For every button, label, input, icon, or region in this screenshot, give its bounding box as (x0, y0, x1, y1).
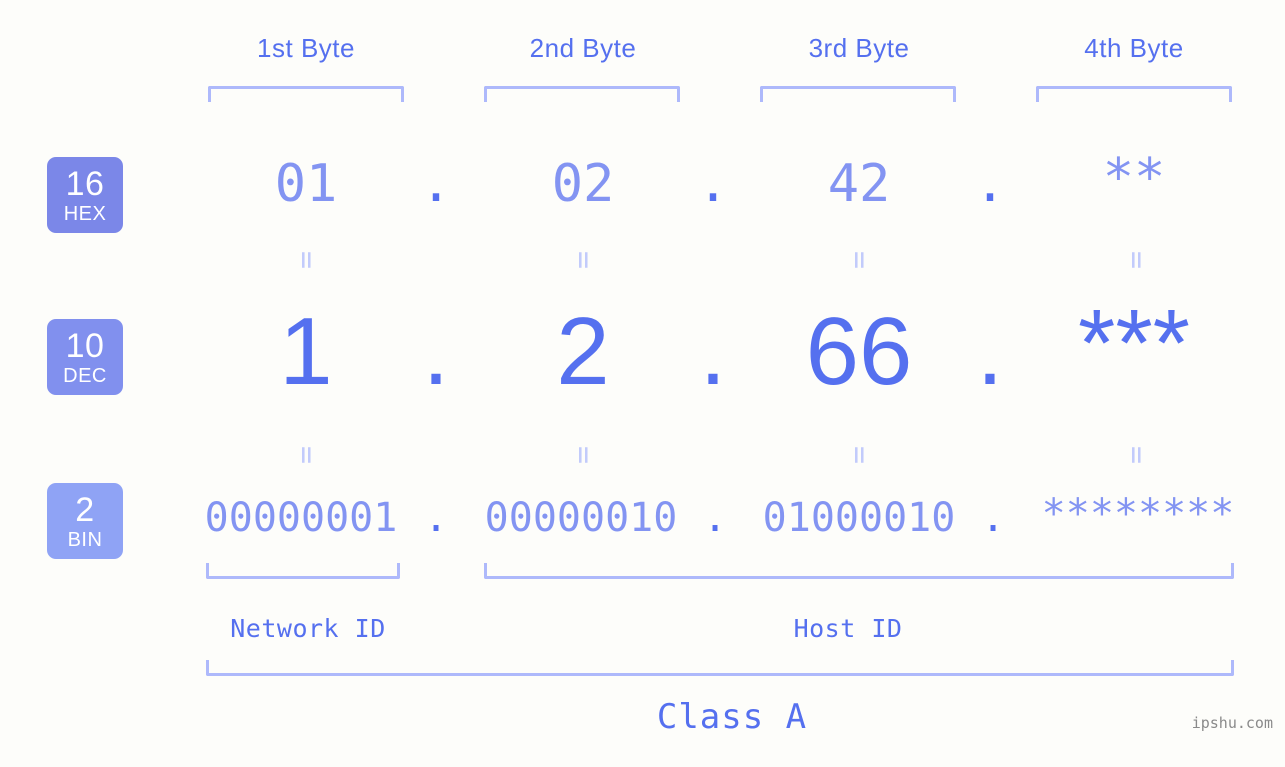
ip-address-breakdown-diagram: 1st Byte 2nd Byte 3rd Byte 4th Byte 16 H… (0, 0, 1285, 767)
network-id-label: Network ID (230, 614, 386, 643)
equals-sign-hex-dec-3: = (842, 250, 877, 270)
bin-separator-1: . (423, 495, 449, 541)
hex-byte-1: 01 (274, 154, 338, 214)
base-badge-dec: 10 DEC (47, 319, 123, 395)
watermark: ipshu.com (1191, 714, 1273, 732)
equals-sign-dec-bin-4: = (1119, 445, 1154, 465)
base-badge-dec-number: 10 (65, 326, 105, 365)
hex-separator-2: . (697, 154, 729, 214)
hex-separator-3: . (974, 154, 1006, 214)
byte-bracket-4 (1036, 86, 1232, 102)
base-badge-hex-number: 16 (65, 164, 105, 203)
byte-bracket-1 (208, 86, 404, 102)
bin-byte-1: 00000001 (204, 495, 398, 541)
network-id-bracket (206, 563, 400, 579)
bin-separator-3: . (980, 495, 1006, 541)
equals-sign-hex-dec-2: = (566, 250, 601, 270)
hex-byte-3: 42 (827, 154, 891, 214)
bin-byte-2: 00000010 (484, 495, 678, 541)
byte-header-3: 3rd Byte (808, 33, 910, 63)
equals-sign-dec-bin-1: = (289, 445, 324, 465)
byte-header-4: 4th Byte (1084, 33, 1184, 63)
equals-sign-dec-bin-3: = (842, 445, 877, 465)
dec-byte-2: 2 (556, 298, 610, 405)
dec-separator-3: . (976, 298, 1004, 405)
host-id-bracket (484, 563, 1234, 579)
dec-byte-4: *** (1077, 290, 1191, 397)
base-badge-dec-name: DEC (63, 364, 107, 387)
byte-header-1: 1st Byte (257, 33, 355, 63)
dec-separator-1: . (422, 298, 450, 405)
base-badge-hex-name: HEX (63, 202, 107, 225)
base-badge-bin-name: BIN (67, 528, 103, 551)
equals-sign-dec-bin-2: = (566, 445, 601, 465)
dec-separator-2: . (699, 298, 727, 405)
hex-byte-2: 02 (551, 154, 615, 214)
class-label: Class A (656, 697, 808, 737)
host-id-label: Host ID (793, 614, 903, 643)
hex-byte-4: ** (1102, 148, 1166, 208)
dec-byte-3: 66 (805, 298, 913, 405)
base-badge-bin-number: 2 (75, 490, 95, 529)
byte-header-2: 2nd Byte (529, 33, 637, 63)
equals-sign-hex-dec-1: = (289, 250, 324, 270)
dec-byte-1: 1 (279, 298, 333, 405)
base-badge-hex: 16 HEX (47, 157, 123, 233)
hex-separator-1: . (420, 154, 452, 214)
base-badge-bin: 2 BIN (47, 483, 123, 559)
bin-byte-3: 01000010 (762, 495, 956, 541)
byte-bracket-2 (484, 86, 680, 102)
bin-separator-2: . (702, 495, 728, 541)
bin-byte-4: ******** (1041, 491, 1235, 537)
class-bracket (206, 660, 1234, 676)
byte-bracket-3 (760, 86, 956, 102)
